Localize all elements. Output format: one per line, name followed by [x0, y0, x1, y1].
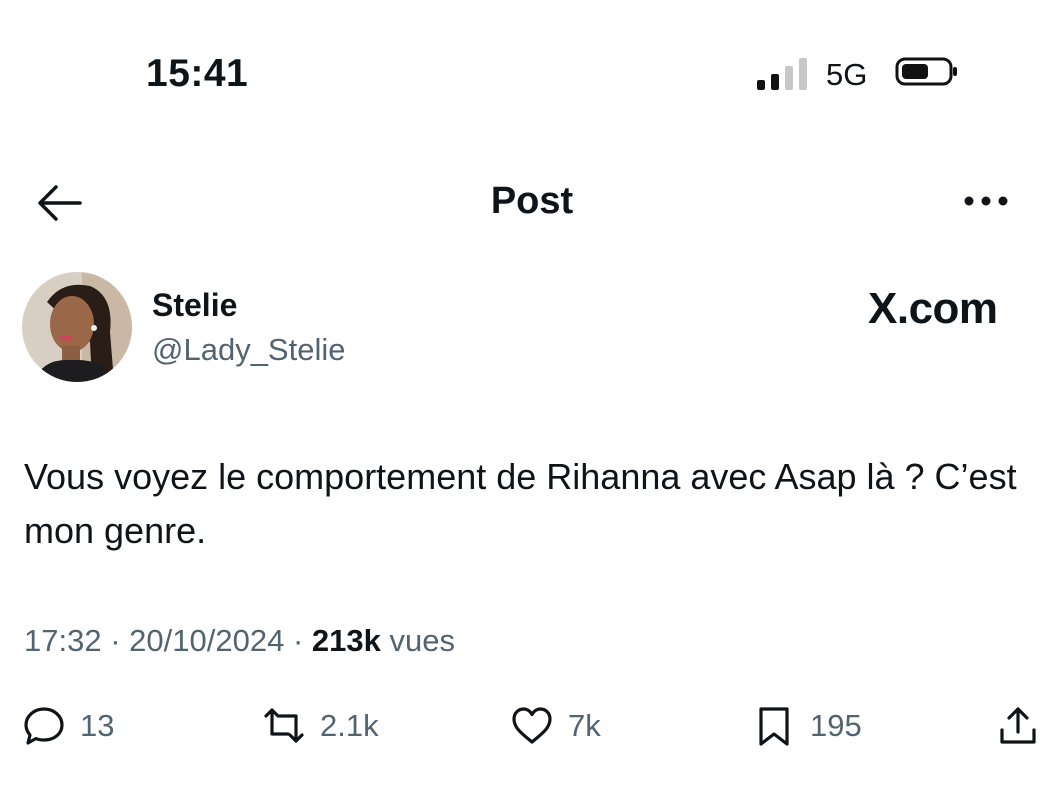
watermark: X.com [868, 284, 998, 333]
reply-icon [24, 707, 64, 745]
reply-button[interactable]: 13 [22, 700, 114, 752]
bookmark-icon [759, 707, 789, 746]
like-button[interactable]: 7k [510, 700, 601, 752]
like-icon [512, 707, 552, 744]
tweet-date: 20/10/2024 [129, 623, 285, 658]
tweet-text: Vous voyez le comportement de Rihanna av… [24, 456, 1017, 551]
share-icon [1000, 707, 1036, 744]
reply-count: 13 [80, 708, 115, 743]
bookmark-button[interactable]: 195 [752, 700, 862, 752]
signal-icon [757, 56, 809, 90]
repost-button[interactable]: 2.1k [262, 700, 379, 752]
page-title: Post [490, 180, 574, 222]
battery-icon [895, 57, 957, 86]
author-name[interactable]: Stelie [152, 287, 237, 324]
status-time: 15:41 [146, 52, 249, 95]
avatar[interactable] [22, 272, 132, 382]
repost-count: 2.1k [320, 708, 379, 743]
tweet-time: 17:32 [24, 623, 102, 658]
views-label: vues [389, 623, 455, 658]
view-count: 213k [311, 623, 381, 658]
tweet-meta: 17:32 · 20/10/2024 · 213k vues [24, 623, 455, 659]
network-type: 5G [826, 57, 868, 92]
meta-separator: · [292, 623, 304, 658]
share-button[interactable] [996, 700, 1040, 752]
repost-icon [264, 708, 304, 743]
like-count: 7k [568, 708, 601, 743]
meta-separator: · [110, 623, 121, 658]
bookmark-count: 195 [810, 708, 862, 743]
more-icon[interactable] [962, 188, 1010, 214]
author-handle[interactable]: @Lady_Stelie [152, 332, 345, 368]
